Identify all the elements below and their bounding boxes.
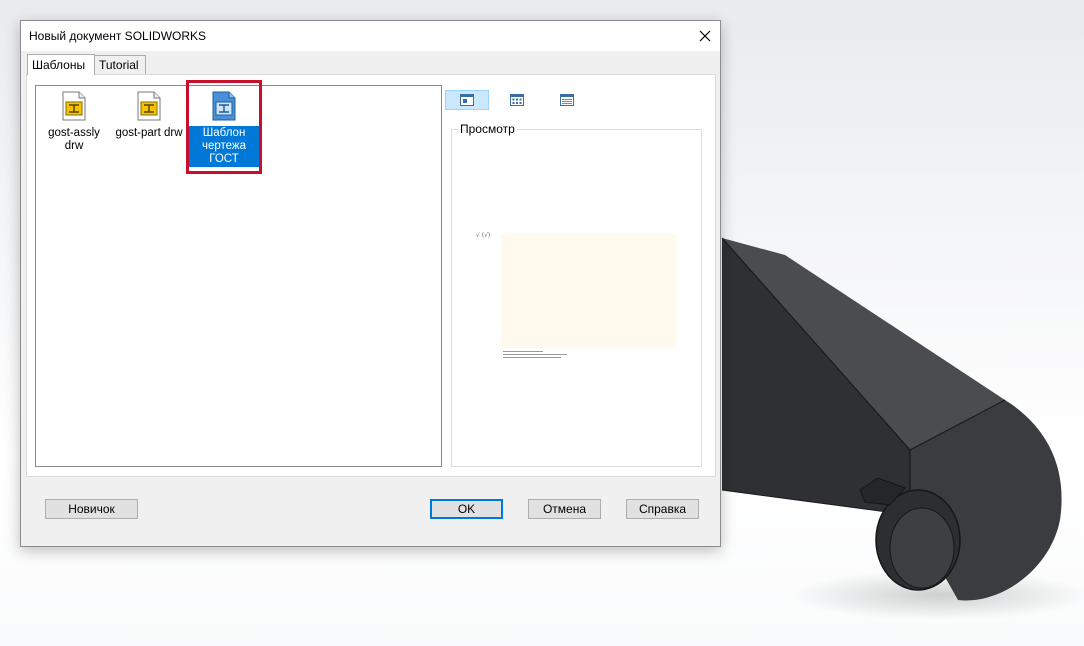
drawing-template-icon xyxy=(212,91,236,121)
help-button[interactable]: Справка xyxy=(626,499,699,519)
template-label: Шаблон чертежа ГОСТ xyxy=(186,126,262,167)
close-button[interactable] xyxy=(690,21,720,51)
cancel-button[interactable]: Отмена xyxy=(528,499,601,519)
template-label: gost-assly drw xyxy=(48,127,100,152)
template-list[interactable]: gost-assly drw gost-part drw Шаблон черт… xyxy=(35,80,442,467)
tab-templates[interactable]: Шаблоны xyxy=(27,54,95,75)
surface-finish-mark: √ (√) xyxy=(476,232,491,239)
details-view-icon xyxy=(560,94,574,106)
ok-button[interactable]: OK xyxy=(430,499,503,519)
template-item-gost-part[interactable]: gost-part drw xyxy=(111,86,187,141)
templates-tab-panel: gost-assly drw gost-part drw Шаблон черт… xyxy=(26,74,716,477)
preview-label: Просмотр xyxy=(458,122,517,136)
template-label: gost-part drw xyxy=(115,127,183,139)
close-icon xyxy=(699,30,711,42)
novice-button[interactable]: Новичок xyxy=(45,499,138,519)
preview-note-line xyxy=(503,357,561,358)
details-view-button[interactable] xyxy=(545,90,589,110)
part-drawing-template-icon xyxy=(137,91,161,121)
title-bar: Новый документ SOLIDWORKS xyxy=(21,21,720,51)
new-document-dialog: Новый документ SOLIDWORKS Шаблоны Tutori… xyxy=(20,20,721,547)
template-item-gost-drawing[interactable]: Шаблон чертежа ГОСТ xyxy=(186,86,262,167)
dialog-title: Новый документ SOLIDWORKS xyxy=(29,29,207,43)
assembly-drawing-template-icon xyxy=(62,91,86,121)
preview-group: Просмотр √ (√) xyxy=(451,122,702,467)
list-view-icon xyxy=(510,94,524,106)
preview-note-line xyxy=(503,354,567,355)
tab-tutorial[interactable]: Tutorial xyxy=(94,55,146,74)
list-view-button[interactable] xyxy=(495,90,539,110)
3d-part-model xyxy=(721,237,1084,620)
template-item-gost-assly[interactable]: gost-assly drw xyxy=(36,86,112,154)
large-icons-view-button[interactable] xyxy=(445,90,489,110)
preview-note-line xyxy=(503,351,543,352)
template-preview-sheet xyxy=(501,234,676,348)
large-icons-view-icon xyxy=(460,94,474,106)
